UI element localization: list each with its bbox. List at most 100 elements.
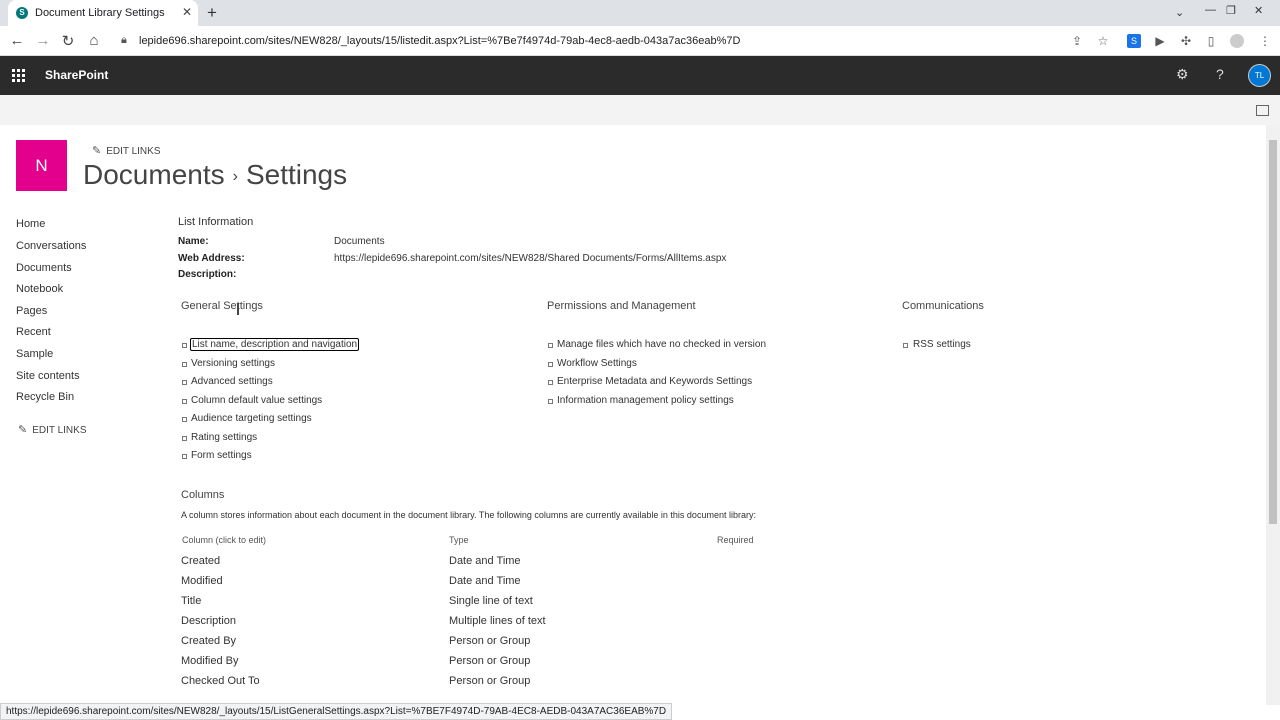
minimize-icon[interactable]: —: [1205, 4, 1216, 16]
bullet-icon: [182, 454, 187, 459]
close-tab-icon[interactable]: ✕: [182, 5, 192, 19]
description-label: Description:: [178, 269, 237, 280]
column-name-link[interactable]: Created: [181, 555, 220, 567]
link-rating-settings[interactable]: Rating settings: [191, 432, 257, 443]
bullet-icon: [548, 380, 553, 385]
pencil-icon: ✎: [92, 145, 102, 157]
column-type: Date and Time: [449, 575, 521, 587]
bullet-icon: [548, 362, 553, 367]
column-header-name: Column (click to edit): [182, 535, 267, 545]
extension-s-icon[interactable]: S: [1127, 34, 1141, 48]
suite-brand[interactable]: SharePoint: [45, 68, 108, 82]
focused-link-label[interactable]: List name, description and navigation: [190, 338, 360, 351]
settings-gear-icon[interactable]: ⚙: [1176, 66, 1189, 83]
list-info-heading: List Information: [178, 216, 254, 228]
link-form-settings[interactable]: Form settings: [191, 450, 252, 461]
nav-item-recycle-bin[interactable]: Recycle Bin: [16, 391, 74, 403]
columns-description: A column stores information about each d…: [181, 510, 756, 520]
breadcrumb-separator: ›: [232, 167, 238, 185]
link-list-name-description-navigation[interactable]: List name, description and navigation: [190, 338, 360, 351]
reload-icon[interactable]: ↻: [59, 32, 77, 50]
tab-search-icon[interactable]: ⌄: [1175, 6, 1184, 19]
bullet-icon: [182, 417, 187, 422]
browser-status-bar: https://lepide696.sharepoint.com/sites/N…: [0, 703, 673, 720]
nav-item-pages[interactable]: Pages: [16, 305, 47, 317]
bullet-icon: [548, 399, 553, 404]
column-type: Single line of text: [449, 595, 533, 607]
address-url[interactable]: lepide696.sharepoint.com/sites/NEW828/_l…: [139, 35, 740, 47]
browser-menu-icon[interactable]: ⋮: [1258, 34, 1272, 48]
app-launcher-icon[interactable]: [12, 69, 25, 82]
link-manage-files-no-checked-in-version[interactable]: Manage files which have no checked in ve…: [557, 339, 766, 350]
focus-mode-icon[interactable]: [1256, 105, 1269, 116]
browser-tab[interactable]: S Document Library Settings ✕: [8, 0, 198, 26]
share-icon[interactable]: ⇪: [1070, 34, 1084, 48]
side-panel-icon[interactable]: ▯: [1204, 34, 1218, 48]
lock-icon: 🔒︎: [121, 34, 127, 46]
bullet-icon: [903, 343, 908, 348]
column-type: Multiple lines of text: [449, 615, 546, 627]
avatar[interactable]: TL: [1248, 64, 1271, 87]
name-value: Documents: [334, 236, 385, 247]
web-address-value: https://lepide696.sharepoint.com/sites/N…: [334, 253, 727, 264]
link-enterprise-metadata-keywords[interactable]: Enterprise Metadata and Keywords Setting…: [557, 376, 752, 387]
bullet-icon: [182, 399, 187, 404]
restore-icon[interactable]: ❐: [1226, 4, 1236, 17]
column-type: Person or Group: [449, 655, 531, 667]
bookmark-star-icon[interactable]: ☆: [1096, 34, 1110, 48]
edit-links-left-button[interactable]: ✎ EDIT LINKS: [18, 423, 87, 436]
column-name-link[interactable]: Title: [181, 595, 201, 607]
nav-item-documents[interactable]: Documents: [16, 262, 72, 274]
columns-heading: Columns: [181, 489, 225, 501]
nav-item-recent[interactable]: Recent: [16, 326, 51, 338]
address-bar[interactable]: 🔒︎ lepide696.sharepoint.com/sites/NEW828…: [112, 30, 1122, 52]
media-play-icon[interactable]: ▶: [1153, 34, 1167, 48]
edit-links-top-button[interactable]: ✎ EDIT LINKS: [92, 144, 161, 157]
breadcrumb-documents[interactable]: Documents: [83, 159, 225, 190]
communications-heading: Communications: [902, 300, 984, 312]
close-window-icon[interactable]: ✕: [1254, 4, 1263, 17]
scrollbar-thumb[interactable]: [1269, 140, 1277, 524]
link-workflow-settings[interactable]: Workflow Settings: [557, 358, 637, 369]
back-icon[interactable]: ←: [8, 32, 26, 49]
bullet-icon: [182, 380, 187, 385]
link-column-default-value-settings[interactable]: Column default value settings: [191, 395, 322, 406]
nav-item-site-contents[interactable]: Site contents: [16, 370, 80, 382]
general-settings-heading: General Settings: [181, 300, 263, 312]
bullet-icon: [182, 436, 187, 441]
name-label: Name:: [178, 236, 209, 247]
column-header-type: Type: [449, 535, 469, 545]
link-audience-targeting-settings[interactable]: Audience targeting settings: [191, 413, 312, 424]
column-name-link[interactable]: Created By: [181, 635, 236, 647]
column-type: Person or Group: [449, 675, 531, 687]
suite-bar: SharePoint ⚙ ?: [0, 56, 1280, 95]
help-icon[interactable]: ?: [1216, 66, 1224, 82]
column-name-link[interactable]: Modified By: [181, 655, 238, 667]
text-cursor: [237, 303, 239, 315]
nav-item-conversations[interactable]: Conversations: [16, 240, 86, 252]
nav-item-home[interactable]: Home: [16, 218, 45, 230]
home-icon[interactable]: ⌂: [85, 32, 103, 49]
sharepoint-favicon-icon: S: [16, 7, 28, 19]
profile-icon[interactable]: [1230, 34, 1244, 48]
pencil-icon: ✎: [18, 424, 28, 436]
bullet-icon: [182, 343, 187, 348]
site-logo[interactable]: N: [16, 140, 67, 191]
link-information-management-policy[interactable]: Information management policy settings: [557, 395, 734, 406]
new-tab-icon[interactable]: +: [207, 3, 217, 23]
column-name-link[interactable]: Description: [181, 615, 236, 627]
link-rss-settings[interactable]: RSS settings: [913, 339, 971, 350]
browser-tab-strip: S Document Library Settings ✕ + ⌄ — ❐ ✕: [0, 0, 1280, 26]
link-advanced-settings[interactable]: Advanced settings: [191, 376, 273, 387]
extensions-puzzle-icon[interactable]: ✣: [1179, 34, 1193, 48]
column-name-link[interactable]: Checked Out To: [181, 675, 260, 687]
column-name-link[interactable]: Modified: [181, 575, 223, 587]
link-versioning-settings[interactable]: Versioning settings: [191, 358, 275, 369]
page-title: Documents › Settings: [83, 159, 347, 191]
nav-item-sample[interactable]: Sample: [16, 348, 53, 360]
breadcrumb-settings: Settings: [245, 159, 348, 190]
browser-toolbar: ← → ↻ ⌂ 🔒︎ lepide696.sharepoint.com/site…: [0, 26, 1280, 56]
nav-item-notebook[interactable]: Notebook: [16, 283, 63, 295]
column-header-required: Required: [717, 535, 754, 545]
forward-icon[interactable]: →: [34, 32, 52, 49]
